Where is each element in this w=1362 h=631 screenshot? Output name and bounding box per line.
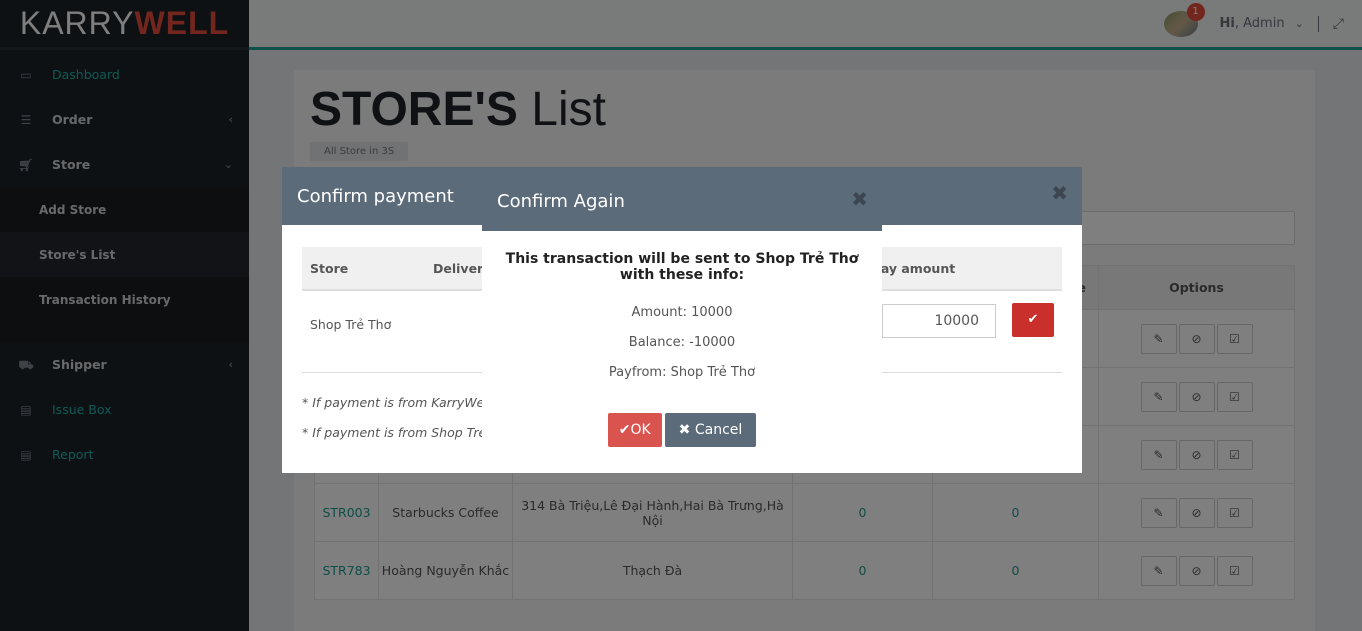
cancel-label: Cancel (694, 422, 743, 438)
close-icon: ✖ (678, 422, 695, 438)
confirm-again-modal: Confirm Again ✖ This transaction will be… (482, 171, 882, 468)
cancel-button[interactable]: ✖ Cancel (664, 413, 757, 447)
ok-label: OK (630, 422, 651, 438)
close-icon[interactable]: ✖ (851, 187, 868, 211)
check-circle-icon: ✔ (618, 422, 631, 438)
confirm-message: This transaction will be sent to Shop Tr… (505, 251, 859, 283)
modal-title: Confirm Again (497, 190, 625, 212)
confirm-amount: Amount: 10000 (631, 305, 733, 320)
confirm-payfrom: Payfrom: Shop Trẻ Thơ (608, 365, 756, 380)
confirm-balance: Balance: -10000 (628, 335, 736, 350)
ok-button[interactable]: ✔OK (607, 413, 662, 447)
modal-body: This transaction will be sent to Shop Tr… (482, 231, 882, 447)
modal-header: Confirm Again ✖ (482, 171, 882, 231)
